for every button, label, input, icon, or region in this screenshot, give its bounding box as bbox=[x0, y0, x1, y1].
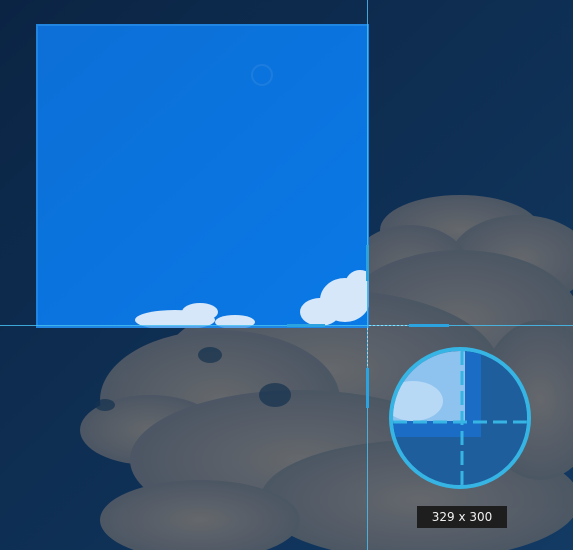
loupe-zoom-view bbox=[393, 351, 527, 485]
selection-size-label: 329 x 300 bbox=[417, 506, 507, 528]
magnifier-loupe-icon bbox=[389, 347, 531, 489]
screen-capture-overlay[interactable]: 329 x 300 bbox=[0, 0, 573, 550]
